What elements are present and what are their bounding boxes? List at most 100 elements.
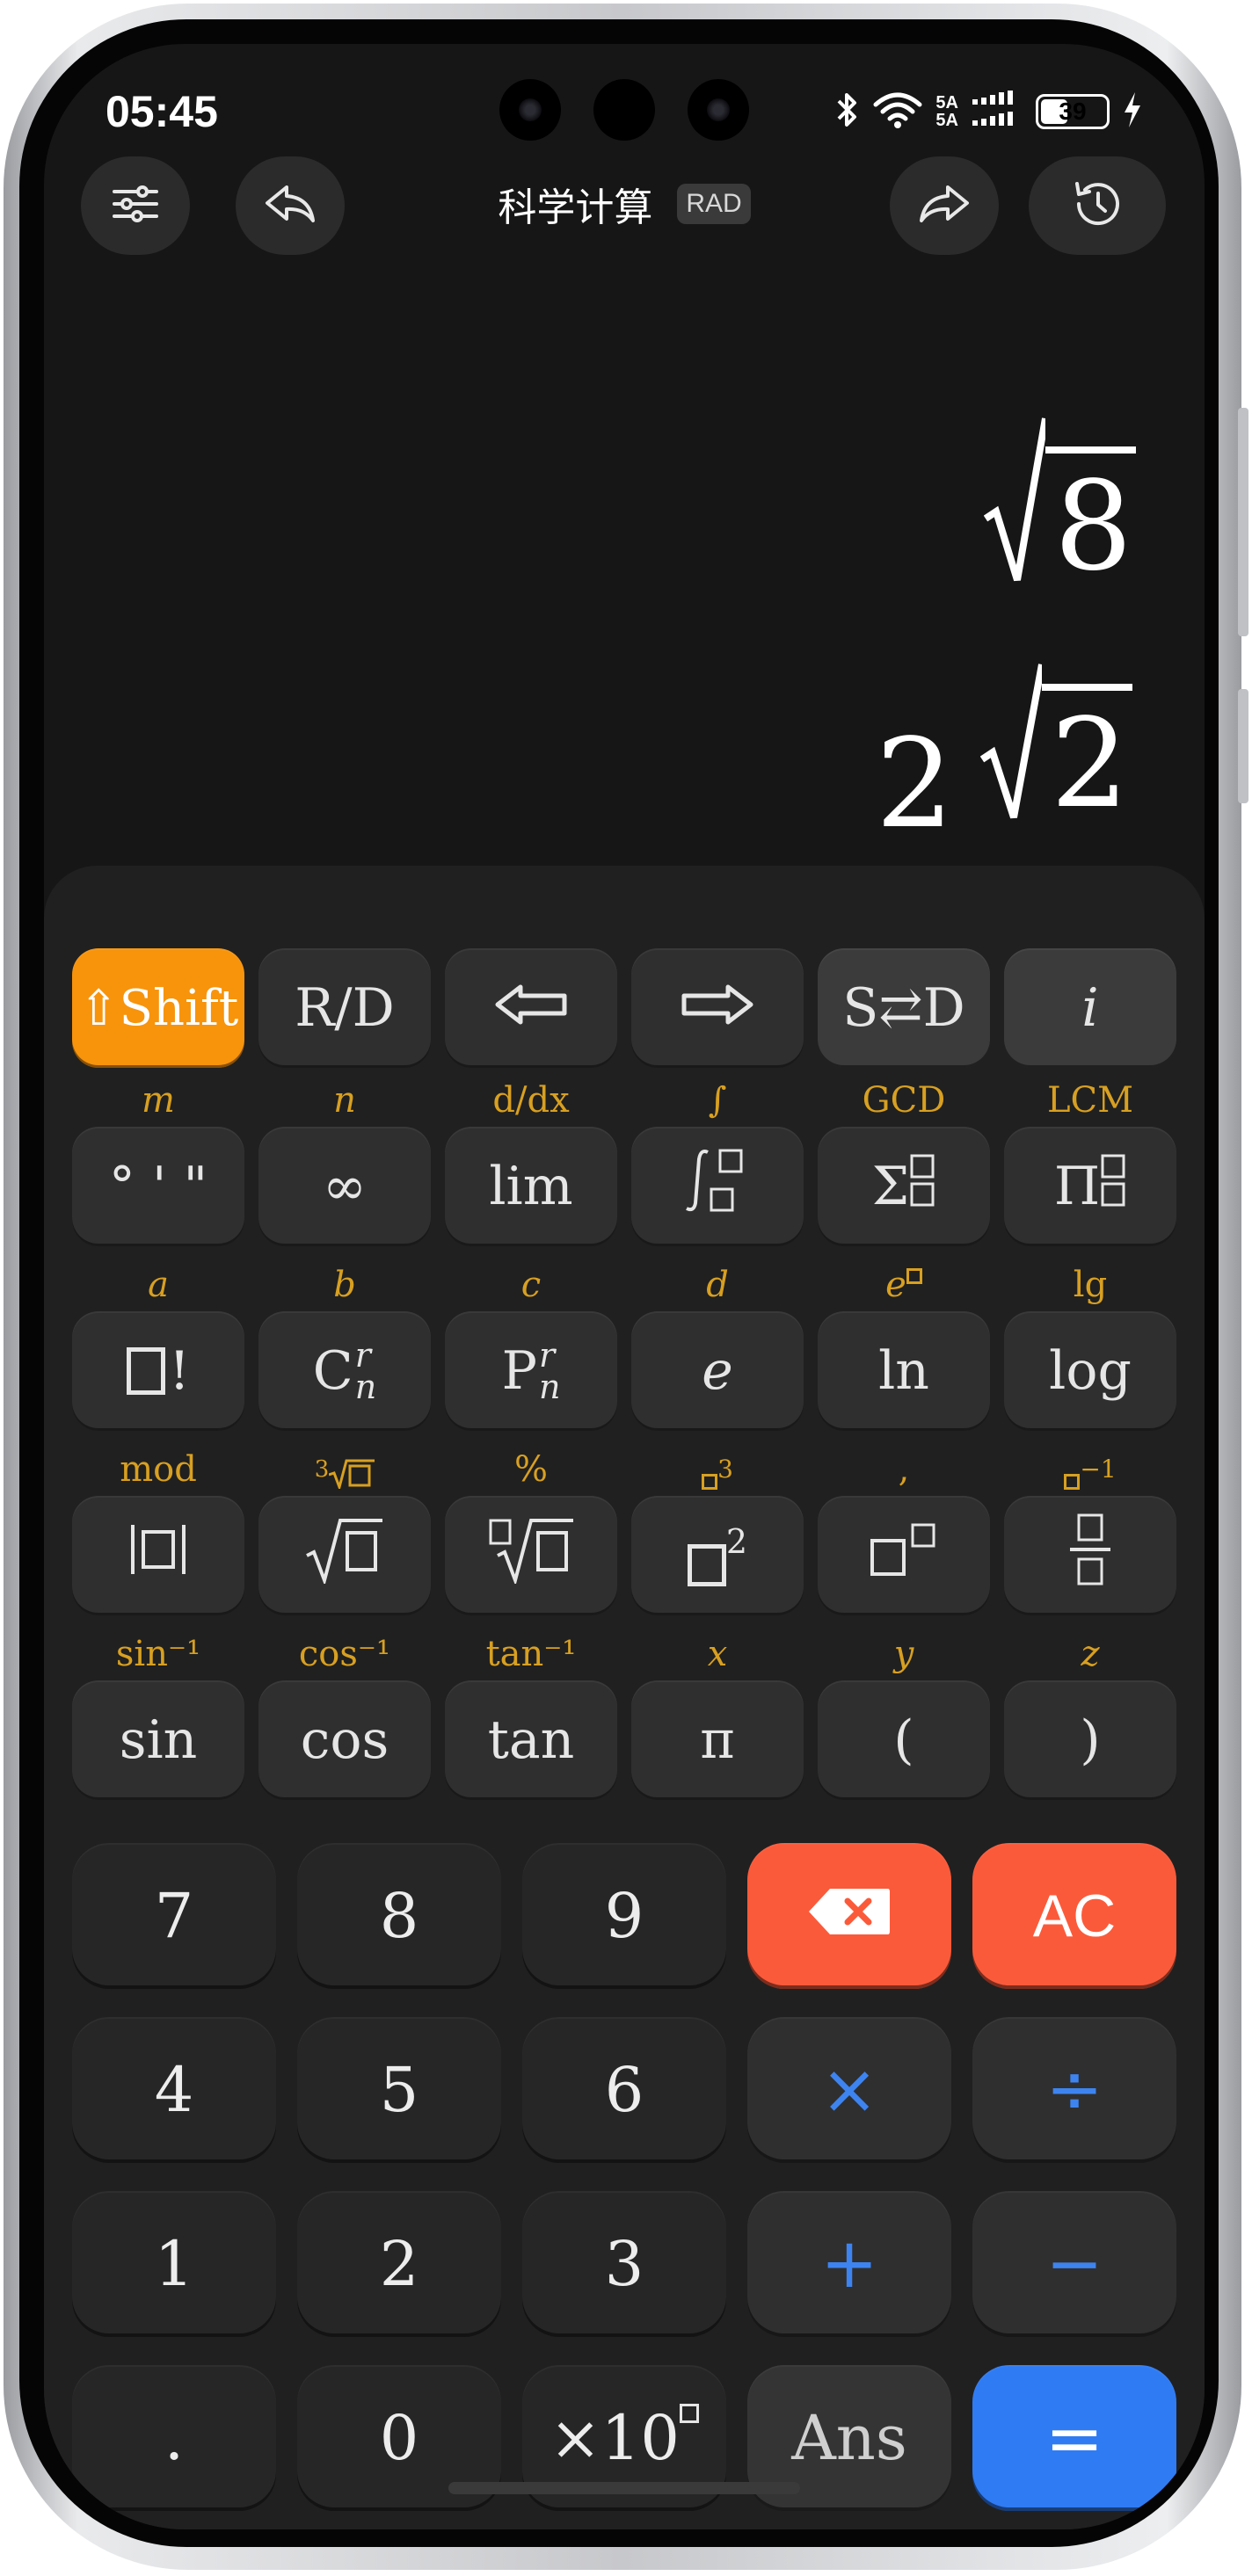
home-indicator[interactable] bbox=[448, 2482, 800, 2494]
integral-key[interactable]: ∫ bbox=[631, 1081, 804, 1246]
signal-icon bbox=[971, 90, 1023, 134]
decimal-point-key[interactable]: . bbox=[72, 2365, 276, 2511]
euler-key[interactable]: d e bbox=[631, 1266, 804, 1431]
equals-key[interactable]: = bbox=[972, 2365, 1176, 2511]
digit-1-key[interactable]: 1 bbox=[72, 2191, 276, 2337]
comb-letter: C bbox=[312, 1340, 353, 1402]
cube-key[interactable]: 3 2 bbox=[631, 1450, 804, 1615]
exp-caption-box bbox=[906, 1267, 922, 1284]
left-paren-key[interactable]: y ( bbox=[818, 1635, 990, 1800]
dms-key[interactable]: m ° ' " bbox=[72, 1081, 244, 1246]
ln-label: ln bbox=[818, 1311, 990, 1431]
digit-5-key[interactable]: 5 bbox=[297, 2017, 501, 2163]
function-row-1: ⇧Shift R/D S⇄D i bbox=[72, 945, 1176, 1068]
charging-icon bbox=[1122, 91, 1143, 134]
expression-display: 8 bbox=[983, 413, 1136, 619]
comb-sub: n bbox=[354, 1368, 377, 1406]
divide-key[interactable]: ÷ bbox=[972, 2017, 1176, 2163]
imaginary-key[interactable]: i bbox=[1004, 945, 1176, 1068]
network-label-2: 5A bbox=[935, 111, 958, 130]
camera-lens-right bbox=[688, 79, 749, 141]
dms-caption: m bbox=[142, 1080, 175, 1121]
log-key[interactable]: lg log bbox=[1004, 1266, 1176, 1431]
combination-key[interactable]: b Crn bbox=[258, 1266, 431, 1431]
percent-caption: % bbox=[513, 1449, 548, 1490]
lim-key[interactable]: d/dx lim bbox=[445, 1081, 617, 1246]
cursor-left-key[interactable] bbox=[445, 945, 617, 1068]
backspace-icon bbox=[807, 1882, 892, 1950]
cube-caption: 3 bbox=[717, 1455, 733, 1484]
fraction-key[interactable]: −1 bbox=[1004, 1450, 1176, 1615]
pi-key[interactable]: x π bbox=[631, 1635, 804, 1800]
inverse-caption-box bbox=[1064, 1474, 1081, 1491]
add-key[interactable]: + bbox=[747, 2191, 951, 2337]
exponent-box bbox=[679, 2404, 699, 2423]
battery-percent: 39 bbox=[1059, 98, 1087, 125]
battery-icon: 39 bbox=[1036, 94, 1110, 129]
digit-7-key[interactable]: 7 bbox=[72, 1843, 276, 1989]
cos-label: cos bbox=[258, 1680, 431, 1800]
cbrt-index-caption: 3 bbox=[314, 1456, 330, 1483]
exp-caption: e bbox=[885, 1265, 906, 1305]
arrow-left-icon bbox=[494, 977, 568, 1039]
digit-3-key[interactable]: 3 bbox=[522, 2191, 726, 2337]
factorial-key[interactable]: a ! bbox=[72, 1266, 244, 1431]
subtract-key[interactable]: − bbox=[972, 2191, 1176, 2337]
cos-key[interactable]: cos⁻¹ cos bbox=[258, 1635, 431, 1800]
dms-label: ° ' " bbox=[72, 1127, 244, 1246]
sin-key[interactable]: sin⁻¹ sin bbox=[72, 1635, 244, 1800]
c-caption: c bbox=[520, 1265, 542, 1305]
comma-caption: , bbox=[898, 1449, 910, 1490]
power-key[interactable]: , bbox=[818, 1450, 990, 1615]
arrow-right-icon bbox=[681, 977, 754, 1039]
cbrt-caption-icon bbox=[328, 1457, 375, 1498]
digit-9-key[interactable]: 9 bbox=[522, 1843, 726, 1989]
numpad-row-1: 7 8 9 AC bbox=[72, 1843, 1176, 1989]
right-paren-key[interactable]: z ) bbox=[1004, 1635, 1176, 1800]
cursor-right-key[interactable] bbox=[631, 945, 804, 1068]
gcd-caption: GCD bbox=[862, 1080, 946, 1121]
abs-key[interactable]: mod bbox=[72, 1450, 244, 1615]
redo-button[interactable] bbox=[890, 156, 999, 255]
sum-key[interactable]: GCD Σ bbox=[818, 1081, 990, 1246]
tan-key[interactable]: tan⁻¹ tan bbox=[445, 1635, 617, 1800]
digit-8-key[interactable]: 8 bbox=[297, 1843, 501, 1989]
rd-key[interactable]: R/D bbox=[258, 945, 431, 1068]
network-label-1: 5A bbox=[935, 93, 958, 112]
numpad-row-2: 4 5 6 × ÷ bbox=[72, 2017, 1176, 2163]
a-caption: a bbox=[148, 1265, 169, 1305]
page-title: 科学计算 bbox=[498, 185, 653, 230]
angle-mode-badge[interactable]: RAD bbox=[677, 184, 751, 224]
lim-caption: d/dx bbox=[492, 1080, 570, 1121]
lcm-caption: LCM bbox=[1046, 1080, 1134, 1121]
sqrt-key[interactable]: 3 bbox=[258, 1450, 431, 1615]
product-key[interactable]: LCM Π bbox=[1004, 1081, 1176, 1246]
digit-4-key[interactable]: 4 bbox=[72, 2017, 276, 2163]
permutation-key[interactable]: c Prn bbox=[445, 1266, 617, 1431]
nth-root-key[interactable]: % bbox=[445, 1450, 617, 1615]
digit-6-key[interactable]: 6 bbox=[522, 2017, 726, 2163]
status-icons: 5A 5A 39 bbox=[835, 88, 1143, 135]
sqrt-result: 2 bbox=[979, 659, 1132, 826]
definite-integral-icon bbox=[685, 1145, 750, 1229]
result-radicand: 2 bbox=[1041, 684, 1132, 826]
backspace-key[interactable] bbox=[747, 1843, 951, 1989]
b-caption: b bbox=[333, 1265, 356, 1305]
multiply-key[interactable]: × bbox=[747, 2017, 951, 2163]
ln-key[interactable]: e ln bbox=[818, 1266, 990, 1431]
digit-2-key[interactable]: 2 bbox=[297, 2191, 501, 2337]
screen: 05:45 5A 5A 39 科学计算 RAD 8 2 2 ⇧Shift R/D… bbox=[44, 44, 1205, 2529]
inverse-caption: −1 bbox=[1080, 1455, 1117, 1484]
acos-caption: cos⁻¹ bbox=[298, 1634, 391, 1674]
perm-sup: r bbox=[538, 1336, 556, 1375]
history-button[interactable] bbox=[1029, 156, 1166, 255]
factorial-symbol: ! bbox=[168, 1340, 191, 1402]
power-button bbox=[1238, 408, 1248, 636]
log-label: log bbox=[1004, 1311, 1176, 1431]
status-time: 05:45 bbox=[106, 87, 218, 136]
infinity-key[interactable]: n ∞ bbox=[258, 1081, 431, 1246]
all-clear-key[interactable]: AC bbox=[972, 1843, 1176, 1989]
shift-key[interactable]: ⇧Shift bbox=[72, 945, 244, 1068]
product-bounds-icon bbox=[1100, 1152, 1126, 1222]
sd-key[interactable]: S⇄D bbox=[818, 945, 990, 1068]
